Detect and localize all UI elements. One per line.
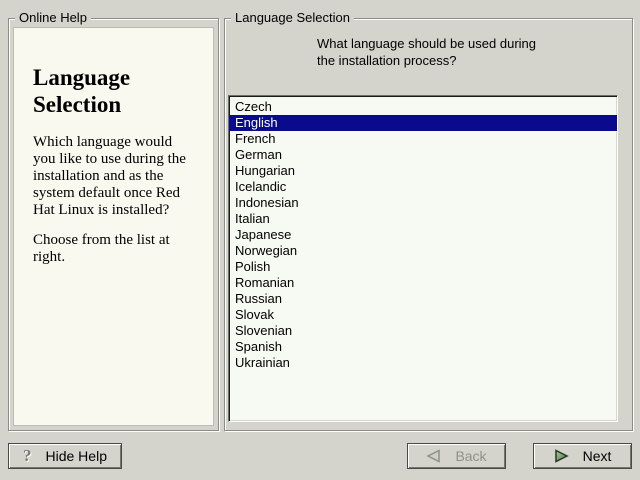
language-row[interactable]: Japanese [229,227,617,243]
next-arrow-icon [554,449,569,463]
language-selection-frame-label: Language Selection [231,10,354,26]
help-text-line: Hat Linux is installed? [33,202,186,219]
language-row[interactable]: Icelandic [229,179,617,195]
question-line: the installation process? [317,52,536,69]
language-row[interactable]: German [229,147,617,163]
question-mark-icon: ? [23,446,32,466]
help-title-line: Language [33,64,130,91]
language-row[interactable]: Norwegian [229,243,617,259]
language-list[interactable]: Czech English French German Hungarian Ic… [228,95,618,422]
language-row[interactable]: Czech [229,99,617,115]
help-text-line: Choose from the list at [33,232,170,249]
language-row[interactable]: Italian [229,211,617,227]
online-help-frame: Online Help Language Selection Which lan… [8,18,219,431]
help-text-line: system default once Red [33,185,186,202]
language-row[interactable]: Romanian [229,275,617,291]
language-row[interactable]: Russian [229,291,617,307]
help-text-line: right. [33,249,170,266]
help-paragraph-1: Which language would you like to use dur… [33,134,186,219]
help-title-line: Selection [33,91,130,118]
language-row[interactable]: Slovenian [229,323,617,339]
next-button-label: Next [583,448,612,464]
language-row[interactable]: Slovak [229,307,617,323]
help-text-line: you like to use during the [33,151,186,168]
language-row[interactable]: Spanish [229,339,617,355]
online-help-frame-label: Online Help [15,10,91,26]
question-line: What language should be used during [317,35,536,52]
installer-window: { "help_panel": { "frame_label": "Online… [0,0,640,480]
help-text-line: installation and as the [33,168,186,185]
help-panel: Language Selection Which language would … [13,27,214,426]
language-row[interactable]: Ukrainian [229,355,617,371]
language-row[interactable]: Polish [229,259,617,275]
language-row[interactable]: French [229,131,617,147]
language-row[interactable]: Indonesian [229,195,617,211]
hide-help-button[interactable]: ? Hide Help [8,443,122,469]
language-row[interactable]: Hungarian [229,163,617,179]
back-button-label: Back [455,448,486,464]
hide-help-button-label: Hide Help [46,448,107,464]
next-button[interactable]: Next [533,443,632,469]
language-row[interactable]: English [229,115,617,131]
back-arrow-icon [426,449,441,463]
back-button: Back [407,443,506,469]
question-text: What language should be used during the … [317,35,536,69]
help-text-line: Which language would [33,134,186,151]
help-title: Language Selection [33,64,130,118]
help-paragraph-2: Choose from the list at right. [33,232,170,266]
language-selection-frame: Language Selection What language should … [224,18,633,431]
